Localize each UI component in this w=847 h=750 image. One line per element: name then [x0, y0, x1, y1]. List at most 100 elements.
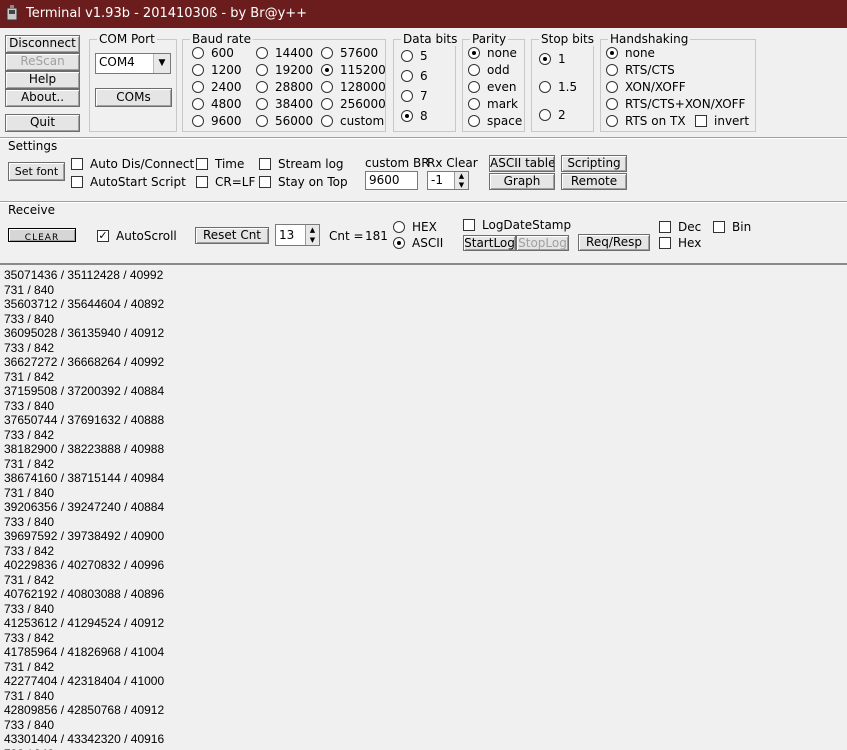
receive-line: 43301404 / 43342320 / 40916 — [4, 732, 165, 746]
receive-line: 37159508 / 37200392 / 40884 — [4, 384, 165, 398]
stopbits-radio-label: 2 — [558, 108, 566, 122]
receive-line: 731 / 840 — [4, 688, 55, 703]
remote-button[interactable]: Remote — [561, 173, 627, 190]
receive-line: 38182900 / 38223888 / 40988 — [4, 442, 165, 456]
receive-line: 42277404 / 42318404 / 41000 — [4, 674, 165, 688]
baud-radio-label: custom — [340, 114, 385, 128]
help-button[interactable]: Help — [5, 71, 80, 89]
receive-line: 37650744 / 37691632 / 40888 — [4, 413, 165, 427]
stopbits-radio-dot — [539, 109, 551, 121]
receive-line: 731 / 840 — [4, 282, 55, 297]
start-log-button[interactable]: StartLog — [463, 235, 516, 251]
receive-line: 733 / 840 — [4, 717, 55, 732]
receive-line: 42809856 / 42850768 / 40912 — [4, 703, 165, 717]
stay-on-top-box — [259, 176, 271, 188]
reset-cnt-button[interactable]: Reset Cnt — [195, 227, 269, 244]
baud-radio-label: 56000 — [275, 114, 314, 128]
time-label: Time — [215, 157, 245, 171]
baud-radio-dot — [256, 98, 268, 110]
baud-radio-label: 4800 — [211, 97, 242, 111]
autostart-script-box — [71, 176, 83, 188]
auto-dis-connect-box — [71, 158, 83, 170]
rx-clear-spinner[interactable]: ▲ ▼ — [454, 172, 468, 189]
quit-button[interactable]: Quit — [5, 114, 80, 132]
baud-radio-dot — [256, 64, 268, 76]
databits-radio-label: 8 — [420, 109, 428, 123]
rescan-button[interactable]: ReScan — [5, 53, 80, 71]
scripting-button[interactable]: Scripting — [561, 155, 627, 172]
receive-line: 35071436 / 35112428 / 40992 — [4, 268, 164, 282]
invert-box — [695, 115, 707, 127]
receive-line: 733 / 842 — [4, 427, 55, 442]
req-resp-button[interactable]: Req/Resp — [578, 234, 650, 251]
receive-line: 733 / 842 — [4, 543, 55, 558]
window-title: Terminal v1.93b - 20141030ß - by Br@y++ — [26, 6, 308, 21]
rx-clear-input[interactable]: -1 ▲ ▼ — [427, 171, 469, 190]
disconnect-button[interactable]: Disconnect — [5, 35, 80, 53]
baud-radio-label: 256000 — [340, 97, 386, 111]
font-size-spinner[interactable]: 13 ▲ ▼ — [275, 224, 320, 246]
parity-radio-dot — [468, 98, 480, 110]
receive-line: 36627272 / 36668264 / 40992 — [4, 355, 165, 369]
custom-br-input[interactable]: 9600 — [365, 171, 418, 190]
stay-on-top-label: Stay on Top — [278, 175, 348, 189]
coms-button[interactable]: COMs — [95, 88, 172, 107]
baud-radio-dot — [256, 115, 268, 127]
settings-title: Settings — [8, 139, 58, 153]
receive-text-area[interactable]: 35071436 / 35112428 / 40992 731 / 840 3560… — [0, 263, 847, 750]
ascii-table-button[interactable]: ASCII table — [489, 155, 555, 172]
receive-line: 41785964 / 41826968 / 41004 — [4, 645, 165, 659]
receive-separator — [0, 201, 847, 203]
about-button[interactable]: About.. — [5, 89, 80, 107]
set-font-button[interactable]: Set font — [8, 162, 65, 181]
baud-radio-label: 57600 — [340, 46, 379, 60]
hex-radio-dot — [393, 221, 405, 233]
handshake-radio-dot — [606, 47, 618, 59]
com-port-select[interactable]: COM4 ▼ — [95, 53, 171, 74]
baud-radio-dot — [192, 64, 204, 76]
receive-line: 41253612 / 41294524 / 40912 — [4, 616, 165, 630]
clear-label: CLEAR — [24, 233, 60, 242]
receive-line: 731 / 842 — [4, 369, 55, 384]
rx-clear-label: Rx Clear — [427, 156, 478, 170]
chevron-down-icon: ▼ — [153, 54, 170, 73]
dec-box — [659, 221, 671, 233]
ascii-radio-label: ASCII — [412, 236, 444, 250]
baud-radio-dot — [256, 47, 268, 59]
clear-button[interactable]: CLEAR — [8, 228, 76, 242]
handshake-radio-label: none — [625, 46, 655, 60]
handshake-radio-dot — [606, 64, 618, 76]
graph-button[interactable]: Graph — [489, 173, 555, 190]
parity-radio-dot — [468, 81, 480, 93]
terminal-app-icon — [6, 5, 18, 21]
parity-radio-dot — [468, 47, 480, 59]
receive-line: 35603712 / 35644604 / 40892 — [4, 297, 165, 311]
parity-radio-dot — [468, 64, 480, 76]
receive-line: 39206356 / 39247240 / 40884 — [4, 500, 165, 514]
stop-log-button[interactable]: StopLog — [516, 235, 569, 251]
receive-line: 733 / 840 — [4, 398, 55, 413]
baud-radio-dot — [192, 98, 204, 110]
stop-bits-title: Stop bits — [539, 32, 597, 46]
receive-line: 733 / 842 — [4, 747, 54, 750]
font-size-spin-buttons[interactable]: ▲ ▼ — [305, 225, 319, 245]
log-date-stamp-label: LogDateStamp — [482, 218, 572, 232]
cnt-label: Cnt = — [329, 229, 364, 243]
databits-radio-label: 7 — [420, 89, 428, 103]
handshake-radio-dot — [606, 81, 618, 93]
hex-radio-label: HEX — [412, 220, 437, 234]
baud-radio-dot — [192, 115, 204, 127]
receive-line: 40229836 / 40270832 / 40996 — [4, 558, 165, 572]
settings-separator — [0, 137, 847, 139]
baud-radio-dot — [321, 47, 333, 59]
baud-radio-label: 1200 — [211, 63, 242, 77]
bin-label: Bin — [732, 220, 752, 234]
databits-radio-dot — [401, 70, 413, 82]
dec-label: Dec — [678, 220, 702, 234]
receive-line: 733 / 840 — [4, 601, 55, 616]
handshake-radio-label: RTS/CTS+XON/XOFF — [625, 97, 746, 111]
hex-box — [659, 237, 671, 249]
databits-radio-label: 5 — [420, 49, 428, 63]
time-box — [196, 158, 208, 170]
receive-line: 38674160 / 38715144 / 40984 — [4, 471, 165, 485]
